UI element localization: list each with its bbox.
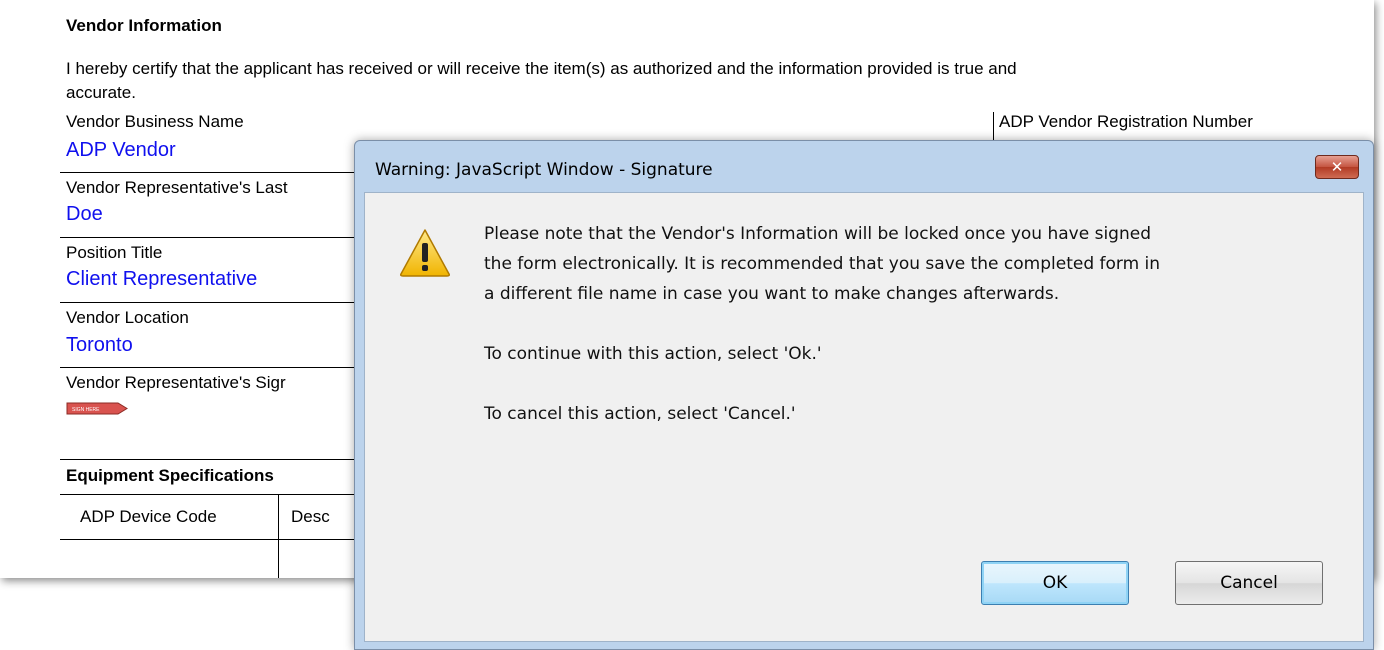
rep-last-name-field[interactable]: Doe: [66, 203, 103, 226]
certification-text: I hereby certify that the applicant has …: [66, 59, 1017, 78]
continue-instruction: To continue with this action, select 'Ok…: [484, 344, 822, 364]
col-header-description: Desc: [291, 507, 330, 526]
dialog-title: Warning: JavaScript Window - Signature: [375, 160, 713, 180]
warning-dialog: Warning: JavaScript Window - Signature ✕…: [354, 140, 1374, 650]
field-separator: [60, 172, 360, 173]
dialog-message: Please note that the Vendor's Informatio…: [484, 219, 1344, 429]
location-label: Vendor Location: [66, 308, 189, 327]
sign-here-icon[interactable]: SIGN HERE: [66, 402, 128, 415]
certification-text-cont: accurate.: [66, 83, 136, 102]
col-header-device-code: ADP Device Code: [80, 507, 217, 526]
field-separator: [60, 237, 360, 238]
cancel-instruction: To cancel this action, select 'Cancel.': [484, 404, 796, 424]
ok-button[interactable]: OK: [981, 561, 1129, 605]
message-line: Please note that the Vendor's Informatio…: [484, 224, 1152, 244]
location-field[interactable]: Toronto: [66, 334, 133, 357]
business-name-label: Vendor Business Name: [66, 112, 244, 131]
close-icon: ✕: [1330, 158, 1344, 176]
registration-number-label: ADP Vendor Registration Number: [999, 112, 1253, 131]
dialog-body: Please note that the Vendor's Informatio…: [364, 192, 1364, 642]
position-title-field[interactable]: Client Representative: [66, 268, 257, 291]
equipment-title: Equipment Specifications: [66, 466, 274, 485]
warning-icon: [400, 229, 450, 277]
message-line: the form electronically. It is recommend…: [484, 254, 1161, 274]
position-title-label: Position Title: [66, 243, 163, 262]
message-line: a different file name in case you want t…: [484, 284, 1060, 304]
table-row-border: [60, 539, 360, 540]
signature-label: Vendor Representative's Sigr: [66, 373, 286, 392]
field-separator: [60, 302, 360, 303]
svg-text:SIGN HERE: SIGN HERE: [72, 407, 100, 413]
field-divider: [993, 112, 994, 140]
table-column-divider: [278, 494, 279, 578]
section-title: Vendor Information: [66, 16, 222, 35]
table-header-border: [60, 494, 360, 495]
rep-last-name-label: Vendor Representative's Last: [66, 178, 288, 197]
cancel-button[interactable]: Cancel: [1175, 561, 1323, 605]
table-top-border: [60, 459, 360, 460]
business-name-field[interactable]: ADP Vendor: [66, 139, 176, 162]
close-button[interactable]: ✕: [1315, 155, 1359, 179]
field-separator: [60, 367, 360, 368]
